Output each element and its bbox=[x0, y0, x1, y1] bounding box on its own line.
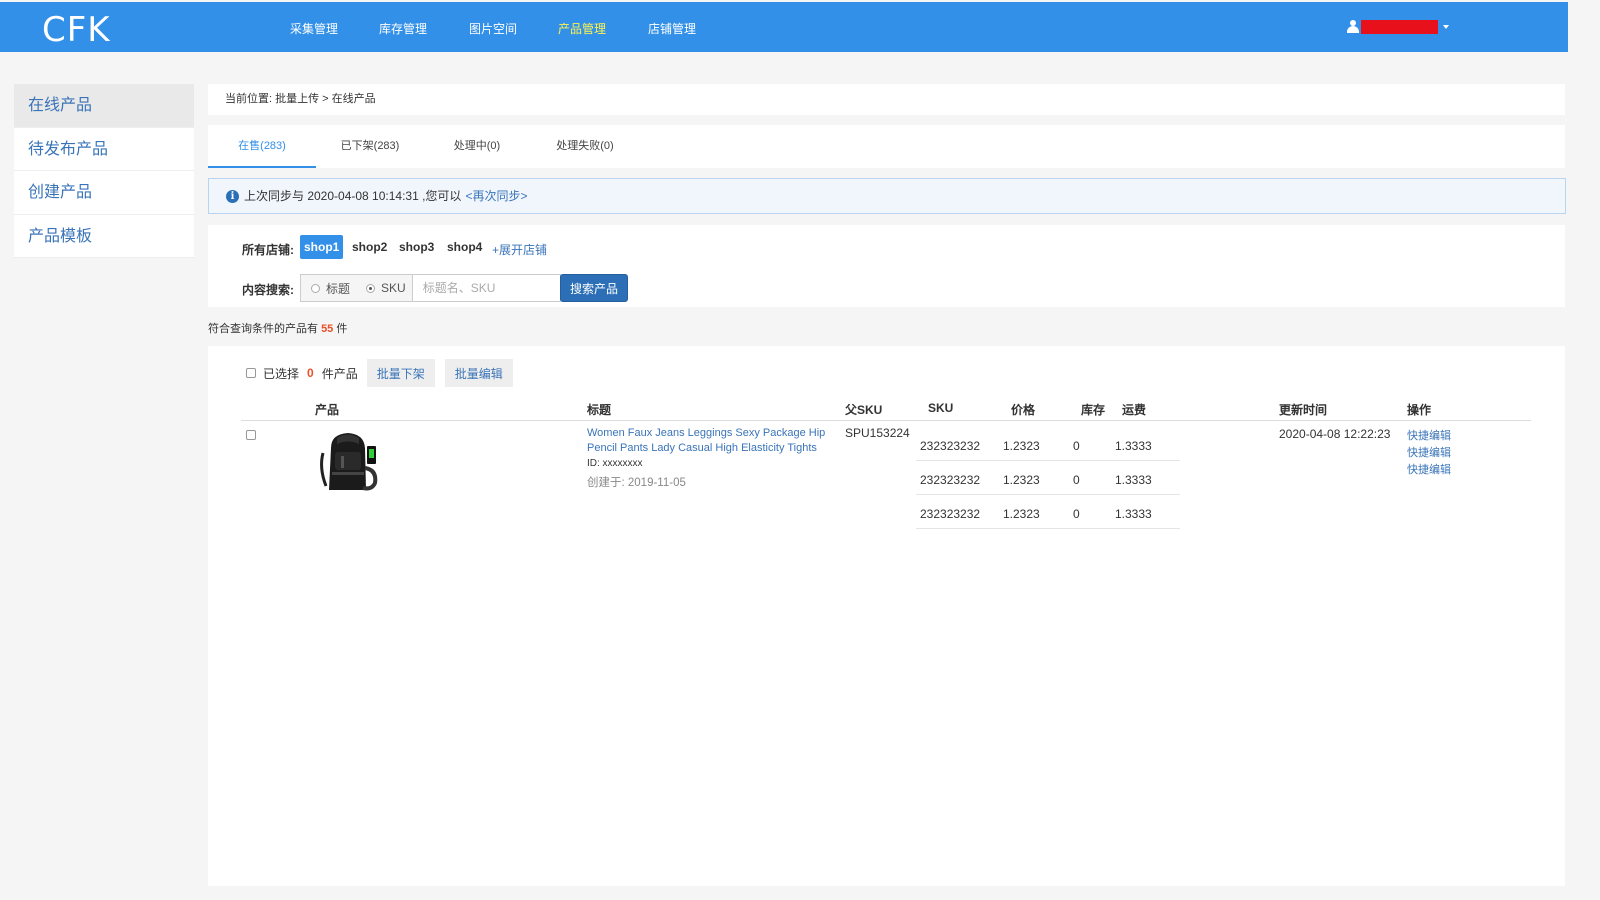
search-label: 内容搜索: bbox=[242, 283, 294, 297]
column-header-title: 标题 bbox=[587, 403, 612, 417]
product-table: 已选择 0 件产品 批量下架 批量编辑 产品 标题 父SKU SKU 价格 库存… bbox=[208, 346, 1565, 886]
user-menu[interactable] bbox=[1347, 18, 1449, 36]
nav-inventory[interactable]: 库存管理 bbox=[379, 20, 427, 37]
variant-stock: 0 bbox=[1073, 507, 1080, 521]
sync-info-bar: i 上次同步与 2020-04-08 10:14:31 ,您可以 <再次同步> bbox=[208, 178, 1566, 214]
status-tabs: 在售(283) 已下架(283) 处理中(0) 处理失败(0) bbox=[208, 125, 1565, 168]
tab-failed[interactable]: 处理失败(0) bbox=[530, 125, 640, 168]
nav-collect[interactable]: 采集管理 bbox=[290, 20, 338, 37]
result-count: 符合查询条件的产品有 55 件 bbox=[208, 320, 347, 336]
column-header-product: 产品 bbox=[315, 403, 340, 417]
variant-price: 1.2323 bbox=[1003, 439, 1040, 453]
variant-sku: 232323232 bbox=[920, 507, 981, 521]
quick-edit-link[interactable]: 快捷编辑 bbox=[1407, 461, 1451, 477]
radio-sku-option[interactable]: SKU bbox=[356, 275, 412, 301]
info-icon: i bbox=[226, 189, 239, 203]
variant-stock: 0 bbox=[1073, 473, 1080, 487]
product-title-link[interactable]: Women Faux Jeans Leggings Sexy Package H… bbox=[587, 426, 837, 456]
variant-sku: 232323232 bbox=[920, 439, 981, 453]
nav-images[interactable]: 图片空间 bbox=[469, 20, 517, 37]
tab-processing[interactable]: 处理中(0) bbox=[424, 125, 530, 168]
column-header-shipping: 运费 bbox=[1122, 403, 1147, 417]
variant-row: 232323232 1.2323 0 1.3333 bbox=[916, 427, 1180, 461]
sidebar: 在线产品 待发布产品 创建产品 产品模板 bbox=[14, 84, 194, 258]
quick-edit-link[interactable]: 快捷编辑 bbox=[1407, 444, 1451, 460]
header-divider bbox=[241, 420, 1531, 421]
filter-panel: 所有店铺: shop1 shop2 shop3 shop4 +展开店铺 内容搜索… bbox=[208, 225, 1565, 307]
variant-sku: 232323232 bbox=[920, 473, 981, 487]
column-header-updated: 更新时间 bbox=[1279, 403, 1328, 417]
radio-title-label: 标题 bbox=[326, 281, 351, 296]
column-header-sku: SKU bbox=[928, 401, 954, 415]
sidebar-item-online-products[interactable]: 在线产品 bbox=[14, 84, 194, 128]
expand-shops-link[interactable]: +展开店铺 bbox=[492, 241, 547, 258]
search-products-button[interactable]: 搜索产品 bbox=[560, 274, 628, 302]
column-header-parent-sku: 父SKU bbox=[845, 403, 883, 417]
variant-price: 1.2323 bbox=[1003, 473, 1040, 487]
result-suffix: 件 bbox=[336, 323, 348, 335]
search-input[interactable] bbox=[411, 275, 560, 301]
product-id: ID: xxxxxxxx bbox=[587, 458, 643, 469]
resync-link[interactable]: <再次同步> bbox=[465, 179, 527, 213]
nav-products[interactable]: 产品管理 bbox=[558, 20, 606, 37]
variant-row: 232323232 1.2323 0 1.3333 bbox=[916, 461, 1180, 495]
select-all-checkbox[interactable] bbox=[246, 368, 256, 378]
radio-title[interactable] bbox=[311, 283, 320, 293]
batch-delist-button[interactable]: 批量下架 bbox=[366, 359, 435, 387]
backpack-image[interactable] bbox=[317, 428, 381, 492]
nav-stores[interactable]: 店铺管理 bbox=[648, 20, 696, 37]
radio-sku[interactable] bbox=[366, 283, 376, 293]
result-prefix: 符合查询条件的产品有 bbox=[208, 323, 318, 335]
shop-filter-shop3[interactable]: shop3 bbox=[395, 235, 438, 259]
shop-filter-shop1[interactable]: shop1 bbox=[300, 235, 344, 259]
tab-delisted[interactable]: 已下架(283) bbox=[316, 125, 424, 168]
variant-price: 1.2323 bbox=[1003, 507, 1040, 521]
selected-count: 0 bbox=[307, 366, 314, 380]
variant-row: 232323232 1.2323 0 1.3333 bbox=[916, 495, 1180, 529]
sidebar-item-create-product[interactable]: 创建产品 bbox=[14, 171, 194, 215]
radio-title-option[interactable]: 标题 bbox=[301, 275, 356, 301]
sync-text: 上次同步与 2020-04-08 10:14:31 ,您可以 bbox=[244, 189, 462, 203]
update-time: 2020-04-08 12:22:23 bbox=[1279, 427, 1391, 441]
variant-stock: 0 bbox=[1073, 439, 1080, 453]
breadcrumb: 当前位置: 批量上传 > 在线产品 bbox=[208, 84, 1565, 115]
user-icon bbox=[1347, 20, 1359, 34]
chevron-down-icon bbox=[1443, 25, 1449, 29]
column-header-price: 价格 bbox=[1011, 403, 1036, 417]
selected-prefix: 已选择 bbox=[263, 366, 300, 381]
bulk-actions-bar: 已选择 0 件产品 批量下架 批量编辑 bbox=[246, 359, 513, 387]
row-checkbox[interactable] bbox=[246, 430, 256, 440]
result-number: 55 bbox=[321, 323, 334, 335]
column-header-action: 操作 bbox=[1407, 403, 1432, 417]
variant-shipping: 1.3333 bbox=[1115, 473, 1152, 487]
shop-filter-shop2[interactable]: shop2 bbox=[348, 235, 391, 259]
tab-on-sale[interactable]: 在售(283) bbox=[208, 125, 316, 168]
radio-sku-label: SKU bbox=[381, 281, 406, 295]
product-created-date: 创建于: 2019-11-05 bbox=[587, 477, 686, 489]
column-header-stock: 库存 bbox=[1081, 403, 1106, 417]
user-name-redacted bbox=[1361, 20, 1438, 34]
variant-shipping: 1.3333 bbox=[1115, 507, 1152, 521]
batch-edit-button[interactable]: 批量编辑 bbox=[444, 359, 513, 387]
search-group: 标题 SKU bbox=[300, 274, 561, 302]
logo: CFK bbox=[42, 10, 111, 50]
sidebar-item-pending-products[interactable]: 待发布产品 bbox=[14, 128, 194, 171]
variant-shipping: 1.3333 bbox=[1115, 439, 1152, 453]
selected-suffix: 件产品 bbox=[321, 366, 358, 381]
top-navbar: CFK 采集管理 库存管理 图片空间 产品管理 店铺管理 bbox=[0, 2, 1568, 52]
shops-label: 所有店铺: bbox=[242, 243, 294, 257]
parent-sku: SPU153224 bbox=[845, 426, 910, 440]
shop-filter-shop4[interactable]: shop4 bbox=[443, 235, 486, 259]
sidebar-item-product-templates[interactable]: 产品模板 bbox=[14, 215, 194, 258]
quick-edit-link[interactable]: 快捷编辑 bbox=[1407, 427, 1451, 443]
